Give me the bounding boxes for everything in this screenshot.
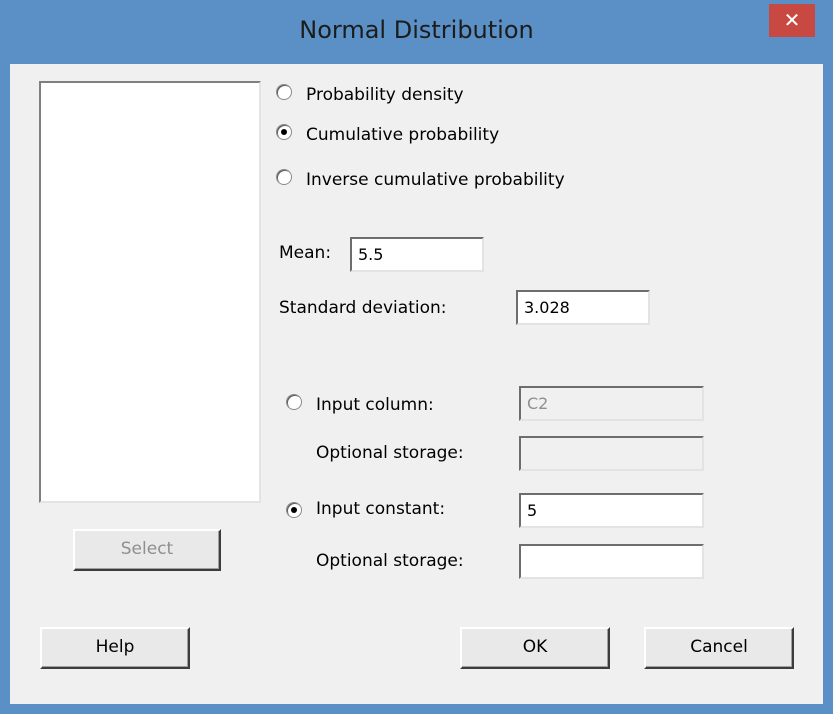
cumulative-probability-label: Cumulative probability — [306, 125, 500, 145]
close-button[interactable]: ✕ — [769, 4, 815, 37]
radio-selected-dot — [281, 129, 287, 135]
variables-listbox[interactable] — [39, 81, 261, 503]
input-constant-radio[interactable] — [286, 502, 302, 518]
window-title: Normal Distribution — [299, 16, 534, 44]
input-column-field[interactable]: C2 — [519, 386, 704, 421]
select-button[interactable]: Select — [73, 529, 221, 571]
inverse-cumulative-probability-label: Inverse cumulative probability — [306, 170, 565, 190]
input-column-radio[interactable] — [286, 394, 302, 410]
input-constant-field[interactable]: 5 — [519, 493, 704, 528]
help-button[interactable]: Help — [40, 627, 190, 669]
input-constant-storage-label: Optional storage: — [316, 551, 464, 571]
ok-button[interactable]: OK — [460, 627, 610, 669]
input-constant-label: Input constant: — [316, 499, 446, 519]
input-constant-storage-field[interactable] — [519, 544, 704, 579]
input-column-storage-field[interactable] — [519, 436, 704, 471]
dialog-body: Probability density Cumulative probabili… — [10, 64, 823, 704]
probability-density-radio[interactable] — [276, 84, 292, 100]
dialog-window: Normal Distribution ✕ Probability densit… — [0, 0, 833, 714]
mean-label: Mean: — [279, 243, 332, 263]
cumulative-probability-radio[interactable] — [276, 124, 292, 140]
mean-input[interactable]: 5.5 — [350, 237, 484, 272]
standard-deviation-label: Standard deviation: — [279, 298, 447, 318]
title-bar: Normal Distribution ✕ — [0, 0, 833, 64]
cancel-button[interactable]: Cancel — [644, 627, 794, 669]
input-column-label: Input column: — [316, 395, 434, 415]
inverse-cumulative-probability-radio[interactable] — [276, 169, 292, 185]
probability-density-label: Probability density — [306, 85, 464, 105]
input-column-storage-label: Optional storage: — [316, 443, 464, 463]
standard-deviation-input[interactable]: 3.028 — [516, 290, 650, 325]
radio-selected-dot — [291, 507, 297, 513]
